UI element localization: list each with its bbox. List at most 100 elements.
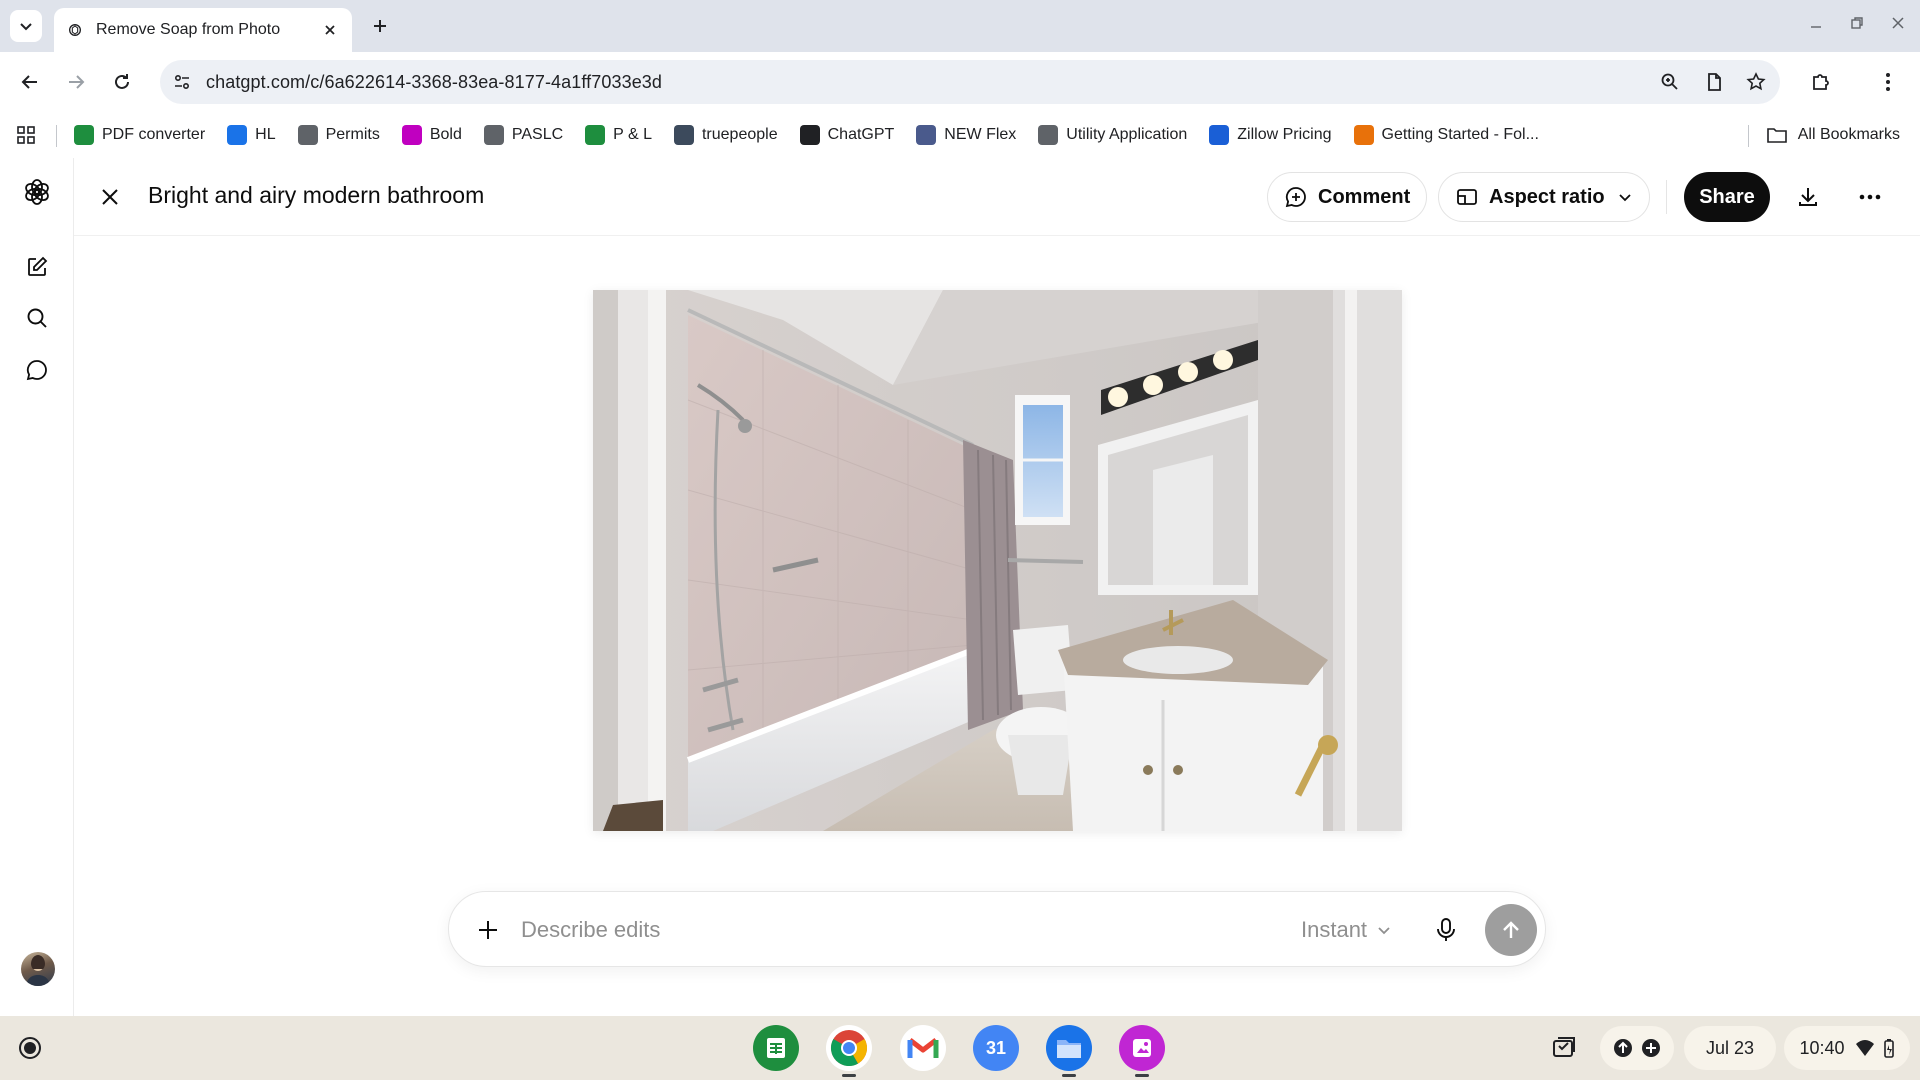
send-button[interactable] <box>1485 904 1537 956</box>
search-icon[interactable] <box>19 300 55 336</box>
running-indicator <box>1135 1074 1149 1077</box>
back-button[interactable] <box>12 64 48 100</box>
more-options-button[interactable] <box>1852 179 1888 215</box>
generated-image[interactable] <box>593 290 1402 831</box>
extensions-button[interactable] <box>1803 64 1839 100</box>
bookmark-label: PDF converter <box>102 126 206 143</box>
bookmark-item[interactable]: Zillow Pricing <box>1209 125 1332 145</box>
model-selector[interactable]: Instant <box>1301 912 1391 948</box>
screen-capture-button[interactable] <box>1542 1026 1586 1070</box>
bookmark-item[interactable]: ChatGPT <box>799 125 894 145</box>
microphone-button[interactable] <box>1427 911 1465 949</box>
chrome-icon <box>830 1030 868 1067</box>
address-bar[interactable]: chatgpt.com/c/6a622614-3368-83ea-8177-4a… <box>160 60 1780 104</box>
bookmark-item[interactable]: PDF converter <box>74 125 205 145</box>
chatgpt-logo-icon[interactable] <box>19 174 55 210</box>
wifi-icon <box>1855 1040 1874 1056</box>
restore-window-button[interactable] <box>1842 10 1872 36</box>
more-horizontal-icon <box>1859 194 1881 200</box>
arrow-up-icon <box>1503 921 1519 938</box>
chevron-down-icon <box>1377 923 1391 937</box>
hl-icon <box>227 125 248 145</box>
bookmark-item[interactable]: Bold <box>401 125 462 145</box>
page-icon[interactable] <box>1696 64 1732 100</box>
aspect-ratio-dropdown[interactable]: Aspect ratio <box>1438 172 1650 222</box>
browser-tab-active[interactable]: Remove Soap from Photo <box>54 8 352 52</box>
left-rail <box>0 158 74 1016</box>
date-tray[interactable]: Jul 23 <box>1684 1026 1776 1070</box>
model-label: Instant <box>1301 917 1368 942</box>
reload-button[interactable] <box>104 64 140 100</box>
bookmark-label: Bold <box>429 126 462 143</box>
bookmark-label: Utility Application <box>1066 126 1188 143</box>
paslc-icon <box>483 125 504 145</box>
aspect-ratio-label: Aspect ratio <box>1489 185 1605 208</box>
running-indicator <box>842 1074 856 1077</box>
bookmark-item[interactable]: Getting Started - Fol... <box>1353 125 1539 145</box>
bookmark-star-icon[interactable] <box>1738 64 1774 100</box>
date-text: Jul 23 <box>1705 1037 1755 1058</box>
share-button[interactable]: Share <box>1684 172 1770 222</box>
add-attachment-button[interactable] <box>469 911 507 949</box>
bookmark-item[interactable]: NEW Flex <box>916 125 1016 145</box>
restore-icon <box>1851 17 1863 29</box>
gallery-app[interactable] <box>1119 1025 1165 1077</box>
bookmark-label: Getting Started - Fol... <box>1381 126 1539 143</box>
bookmark-label: NEW Flex <box>944 126 1017 143</box>
minimize-window-button[interactable] <box>1801 10 1831 36</box>
forward-button[interactable] <box>58 64 94 100</box>
system-shelf: 31 Jul 23 10:40 <box>0 1016 1920 1080</box>
all-bookmarks-button[interactable]: All Bookmarks <box>1766 112 1900 158</box>
bookmark-item[interactable]: Permits <box>297 125 380 145</box>
download-button[interactable] <box>1790 179 1826 215</box>
url-text: chatgpt.com/c/6a622614-3368-83ea-8177-4a… <box>206 71 663 92</box>
describe-edits-input[interactable] <box>521 910 1241 950</box>
tab-search-button[interactable] <box>10 10 42 42</box>
bookmark-list: PDF converter HL Permits Bold PASLC P & L true… <box>74 112 1561 158</box>
getting-started-icon <box>1353 125 1374 145</box>
comment-button[interactable]: Comment <box>1267 172 1428 222</box>
clock-text: 10:40 <box>1799 1037 1845 1058</box>
new-chat-icon[interactable] <box>19 249 55 285</box>
files-app[interactable] <box>1046 1025 1092 1077</box>
chatgpt-favicon-icon <box>66 21 84 39</box>
microphone-icon <box>1437 918 1455 941</box>
browser-menu-button[interactable] <box>1870 64 1906 100</box>
bookmark-item[interactable]: HL <box>227 125 276 145</box>
running-indicator <box>1062 1074 1076 1077</box>
chrome-app[interactable] <box>826 1025 872 1077</box>
close-icon <box>102 189 118 205</box>
minimize-icon <box>1811 26 1821 28</box>
gmail-app[interactable] <box>900 1025 946 1071</box>
puzzle-icon <box>1813 74 1829 90</box>
chatgpt-icon <box>799 125 820 145</box>
status-icons-tray[interactable] <box>1600 1026 1674 1070</box>
chevron-down-icon <box>20 23 32 31</box>
zoom-icon[interactable] <box>1652 64 1688 100</box>
quick-settings-tray[interactable]: 10:40 <box>1784 1026 1910 1070</box>
bookmark-item[interactable]: P & L <box>585 125 652 145</box>
bookmark-item[interactable]: Utility Application <box>1038 125 1187 145</box>
comment-plus-icon <box>1284 185 1308 209</box>
bookmarks-bar: PDF converter HL Permits Bold PASLC P & L true… <box>0 112 1920 158</box>
chevron-down-icon <box>1617 189 1633 205</box>
new-flex-icon <box>916 125 937 145</box>
close-tab-icon[interactable] <box>320 20 340 40</box>
avatar[interactable] <box>21 952 55 986</box>
chat-bubble-icon[interactable] <box>19 352 55 388</box>
apps-grid-icon[interactable] <box>12 121 40 149</box>
calendar-day: 31 <box>985 1037 1007 1058</box>
bookmark-item[interactable]: truepeople <box>673 125 778 145</box>
chatgpt-image-viewer: Bright and airy modern bathroom Comment … <box>0 158 1920 1016</box>
site-info-icon[interactable] <box>164 64 200 100</box>
calendar-app[interactable]: 31 <box>973 1025 1019 1071</box>
sheets-app[interactable] <box>753 1025 799 1071</box>
close-icon <box>1892 17 1904 29</box>
bookmark-label: truepeople <box>701 126 778 143</box>
bookmark-item[interactable]: PASLC <box>483 125 563 145</box>
close-viewer-button[interactable] <box>94 181 126 213</box>
more-vertical-icon <box>1886 73 1890 91</box>
new-tab-button[interactable] <box>366 12 394 40</box>
close-window-button[interactable] <box>1883 10 1913 36</box>
launcher-button[interactable] <box>12 1030 48 1066</box>
